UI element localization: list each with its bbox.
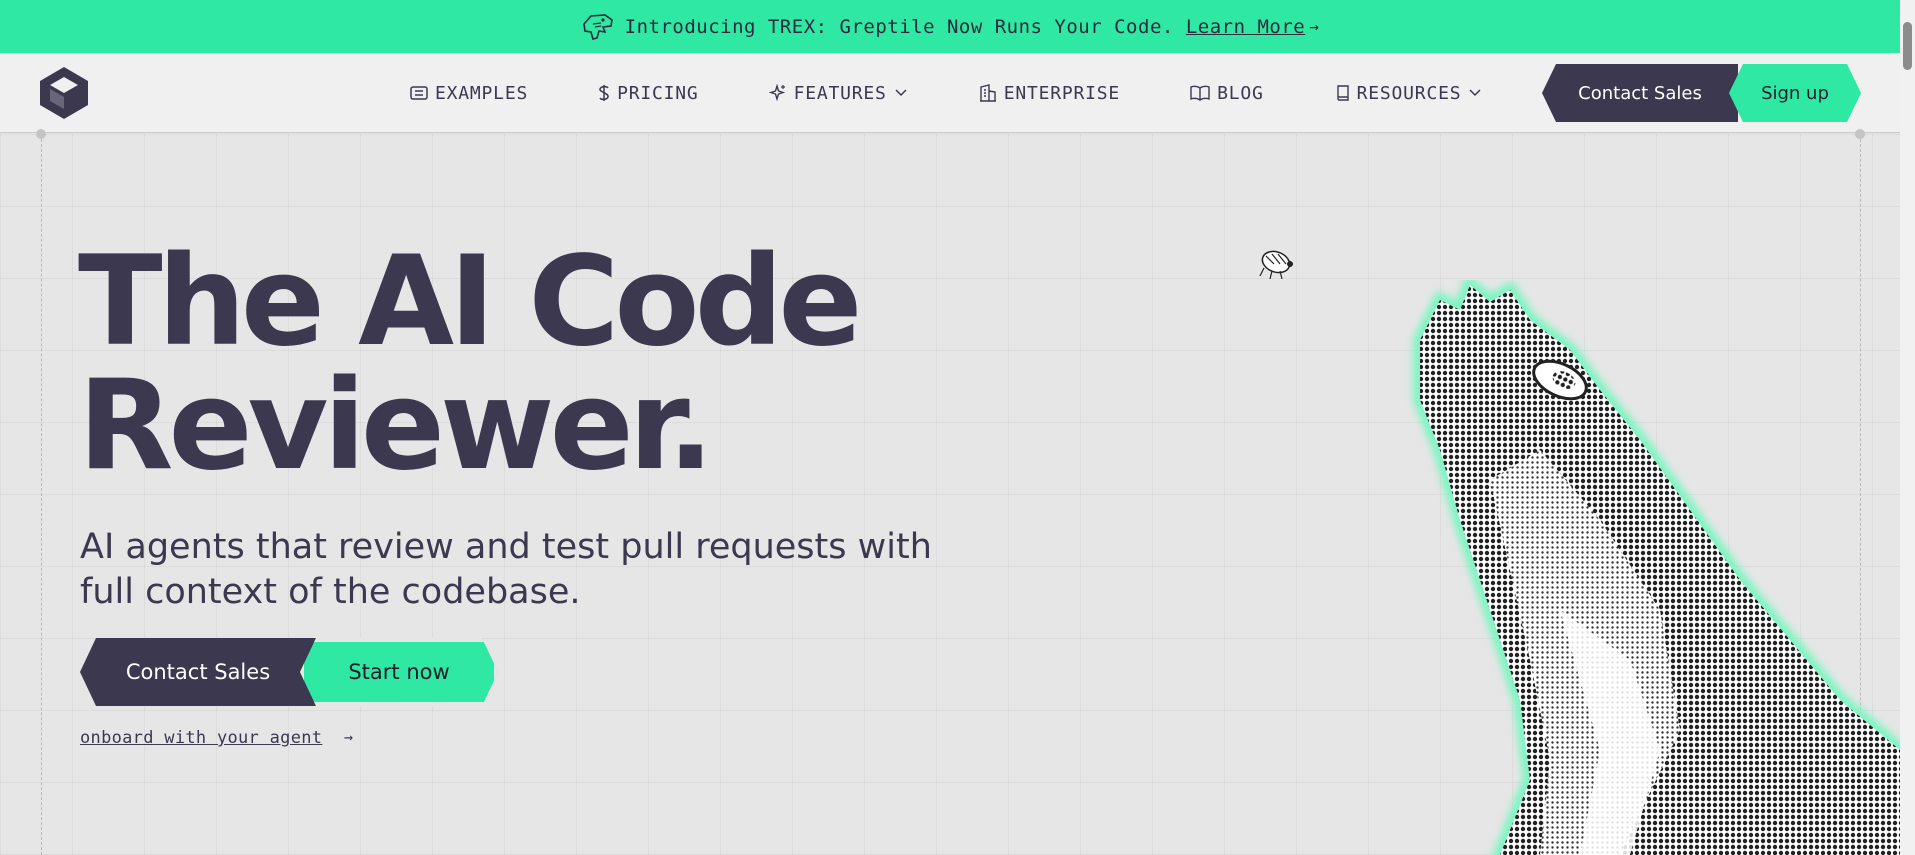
dollar-icon: [599, 85, 609, 101]
nav-examples-label: EXAMPLES: [435, 82, 529, 104]
announcement-banner: Introducing TREX: Greptile Now Runs Your…: [0, 0, 1900, 53]
trex-icon: [582, 13, 613, 40]
greptile-logo[interactable]: [38, 65, 90, 121]
nav-pricing[interactable]: PRICING: [598, 83, 698, 104]
hero-title: The AI Code Reviewer.: [78, 240, 978, 488]
start-now-button[interactable]: Start now: [300, 638, 498, 706]
frame-dot-right: [1855, 129, 1865, 139]
banner-text: Introducing TREX: Greptile Now Runs Your…: [624, 15, 1174, 38]
main-nav: EXAMPLES PRICING FEATURES ENTERPRISE BLO…: [0, 53, 1900, 133]
nav-sign-up-button[interactable]: Sign up: [1729, 64, 1861, 122]
scrollbar-thumb[interactable]: [1903, 22, 1912, 70]
sparkle-icon: [768, 84, 785, 102]
nav-blog-label: BLOG: [1217, 82, 1264, 104]
nav-enterprise[interactable]: ENTERPRISE: [979, 83, 1120, 104]
nav-features-label: FEATURES: [793, 82, 887, 104]
hero-contact-sales-button[interactable]: Contact Sales: [80, 638, 316, 706]
bug-illustration: [1259, 250, 1293, 280]
onboard-agent-link[interactable]: onboard with your agent: [80, 728, 322, 748]
frame-dot-left: [36, 129, 46, 139]
arrow-right-icon: →: [1309, 17, 1320, 36]
nav-contact-sales-button[interactable]: Contact Sales: [1542, 64, 1738, 122]
nav-enterprise-label: ENTERPRISE: [1003, 82, 1121, 104]
hero-subtitle-line2: full context of the codebase.: [80, 572, 581, 612]
hero-subtitle: AI agents that review and test pull requ…: [80, 525, 940, 615]
nav-features[interactable]: FEATURES: [768, 82, 907, 104]
book-icon: [1336, 85, 1349, 101]
chevron-down-icon: [895, 89, 907, 97]
nav-blog[interactable]: BLOG: [1190, 83, 1264, 104]
page-scrollbar[interactable]: [1900, 0, 1915, 855]
hero-subtitle-line1: AI agents that review and test pull requ…: [80, 527, 932, 567]
arrow-right-icon: →: [344, 728, 354, 746]
nav-examples[interactable]: EXAMPLES: [410, 83, 528, 104]
hero-title-line2: Reviewer.: [78, 354, 714, 498]
nav-resources-label: RESOURCES: [1356, 82, 1462, 104]
learn-more-link[interactable]: Learn More: [1186, 16, 1305, 38]
building-icon: [979, 84, 996, 102]
nav-resources[interactable]: RESOURCES: [1336, 83, 1482, 104]
hero-title-line1: The AI Code: [78, 230, 862, 374]
frame-line-left: [41, 134, 42, 855]
nav-pricing-label: PRICING: [617, 82, 699, 104]
lizard-illustration: [1413, 280, 1900, 855]
examples-icon: [410, 86, 428, 100]
chevron-down-icon: [1469, 89, 1481, 97]
book-open-icon: [1190, 85, 1210, 101]
